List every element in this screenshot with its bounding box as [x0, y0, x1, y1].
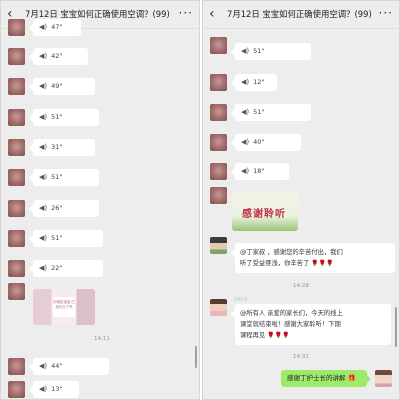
voice-message[interactable]: ◀) 51"	[231, 43, 311, 60]
voice-message[interactable]: ◀) 18"	[231, 163, 289, 180]
voice-wave-icon: ◀)	[39, 52, 48, 60]
more-icon[interactable]: ···	[379, 6, 393, 20]
my-text-message[interactable]: 感谢丁护士长的讲解 🎁	[281, 370, 371, 387]
avatar[interactable]	[210, 163, 227, 180]
voice-wave-icon: ◀)	[241, 47, 250, 55]
voice-message[interactable]: ◀) 40"	[231, 134, 301, 151]
voice-message[interactable]: ◀) 51"	[29, 230, 103, 247]
avatar[interactable]	[8, 78, 25, 95]
chat-window-left: ‹ 7月12日 宝宝如何正确使用空调？(99) ··· ◀) 47" ◀) 42" …	[0, 0, 200, 400]
voice-wave-icon: ◀)	[39, 385, 48, 393]
voice-wave-icon: ◀)	[241, 108, 250, 116]
voice-wave-icon: ◀)	[39, 234, 48, 242]
nickname: 小叶子	[233, 297, 249, 303]
voice-message[interactable]: ◀) 22"	[29, 260, 103, 277]
timestamp: 14:31	[293, 354, 309, 360]
voice-message[interactable]: ◀) 51"	[29, 169, 99, 186]
timestamp: 14:28	[293, 283, 309, 289]
voice-message[interactable]: ◀) 13"	[29, 381, 79, 398]
avatar[interactable]	[210, 104, 227, 121]
voice-message[interactable]: ◀) 12"	[231, 74, 277, 91]
voice-message[interactable]: ◀) 31"	[29, 139, 95, 156]
more-icon[interactable]: ···	[179, 6, 193, 20]
rose-icon: 🌹🌹🌹	[311, 260, 334, 267]
voice-wave-icon: ◀)	[241, 138, 250, 146]
scrollbar[interactable]	[395, 307, 397, 347]
gift-icon: 🎁	[347, 374, 356, 382]
voice-message[interactable]: ◀) 42"	[29, 48, 88, 65]
avatar[interactable]	[8, 230, 25, 247]
voice-message[interactable]: ◀) 51"	[231, 104, 311, 121]
timestamp: 14:11	[94, 336, 110, 342]
avatar[interactable]	[210, 74, 227, 91]
avatar[interactable]	[8, 283, 25, 300]
voice-wave-icon: ◀)	[39, 82, 48, 90]
voice-message[interactable]: ◀) 49"	[29, 78, 95, 95]
thanks-sticker[interactable]: 感谢聆听	[232, 193, 298, 231]
voice-message[interactable]: ◀) 47"	[29, 19, 81, 36]
voice-wave-icon: ◀)	[39, 362, 48, 370]
chat-title: 7月12日 宝宝如何正确使用空调？(99)	[227, 9, 372, 19]
avatar[interactable]	[8, 200, 25, 217]
text-message[interactable]: @所有人 亲爱的家长们，今天的线上 课堂就结束啦！感谢大家聆听！下期 课程再见 …	[231, 304, 391, 345]
scrollbar[interactable]	[195, 346, 197, 368]
voice-wave-icon: ◀)	[39, 23, 48, 31]
avatar[interactable]	[8, 169, 25, 186]
avatar[interactable]	[210, 134, 227, 151]
text-message[interactable]: @丁家叔 ，感谢您的辛苦付出，我们 听了受益匪浅，你辛苦了 🌹🌹🌹	[231, 243, 395, 273]
voice-wave-icon: ◀)	[39, 173, 48, 181]
chevron-left-icon[interactable]: ‹	[209, 6, 215, 22]
avatar[interactable]	[210, 187, 227, 204]
avatar[interactable]	[210, 37, 227, 54]
voice-wave-icon: ◀)	[241, 78, 250, 86]
image-caption: 你相信宝宝 已经长大了吗	[53, 297, 75, 317]
avatar[interactable]	[8, 109, 25, 126]
voice-wave-icon: ◀)	[39, 204, 48, 212]
avatar[interactable]	[8, 358, 25, 375]
voice-message[interactable]: ◀) 44"	[29, 358, 109, 375]
avatar[interactable]	[8, 139, 25, 156]
voice-wave-icon: ◀)	[39, 113, 48, 121]
avatar[interactable]	[8, 260, 25, 277]
voice-wave-icon: ◀)	[39, 143, 48, 151]
avatar[interactable]	[8, 48, 25, 65]
rose-icon: 🌹🌹🌹	[267, 332, 290, 339]
voice-message[interactable]: ◀) 26"	[29, 200, 99, 217]
image-message[interactable]: 你相信宝宝 已经长大了吗	[33, 289, 95, 325]
chat-header: ‹ 7月12日 宝宝如何正确使用空调？(99) ···	[203, 1, 399, 29]
voice-wave-icon: ◀)	[39, 264, 48, 272]
my-avatar[interactable]	[375, 370, 392, 387]
avatar[interactable]	[210, 299, 227, 316]
voice-message[interactable]: ◀) 51"	[29, 109, 99, 126]
voice-wave-icon: ◀)	[241, 167, 250, 175]
avatar[interactable]	[8, 19, 25, 36]
chat-window-right: ‹ 7月12日 宝宝如何正确使用空调？(99) ··· ◀) 51" ◀) 12" …	[202, 0, 400, 400]
avatar[interactable]	[8, 381, 25, 398]
avatar[interactable]	[210, 237, 227, 254]
